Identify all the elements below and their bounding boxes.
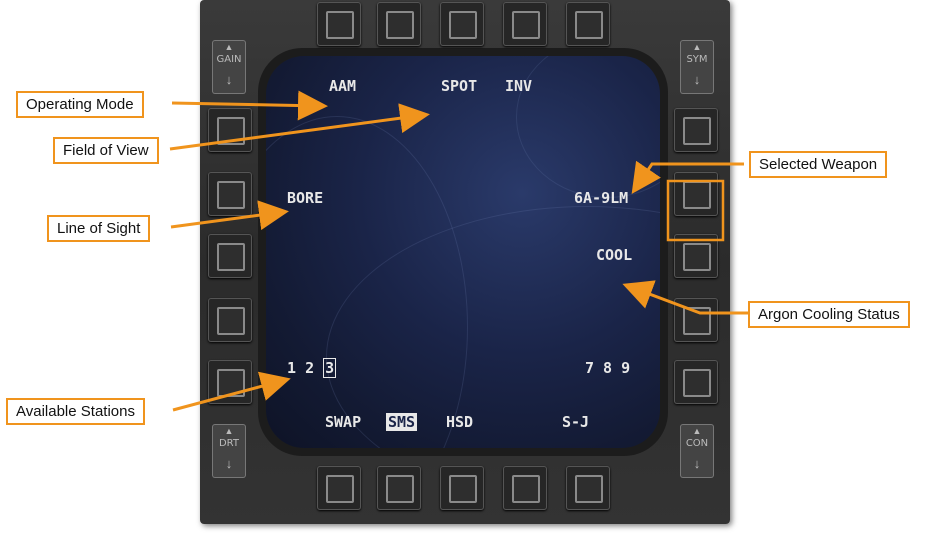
station-2: 2 — [305, 359, 315, 377]
osb-top-2[interactable] — [377, 2, 421, 46]
gain-label: GAIN — [216, 54, 242, 65]
rocker-up-arrow-icon: ▲ — [224, 426, 234, 436]
callout-field-of-view: Field of View — [53, 137, 159, 164]
rocker-up-arrow-icon: ▲ — [692, 42, 702, 52]
gain-rocker[interactable]: ▲ GAIN ↓ — [212, 40, 246, 94]
hsd-label: HSD — [446, 413, 474, 431]
rocker-down-arrow-icon: ↓ — [693, 456, 701, 471]
rocker-up-arrow-icon: ▲ — [224, 42, 234, 52]
osb-right-4[interactable] — [674, 298, 718, 342]
osb-right-1[interactable] — [674, 108, 718, 152]
osb-right-5[interactable] — [674, 360, 718, 404]
rocker-down-arrow-icon: ↓ — [225, 72, 233, 87]
rocker-down-arrow-icon: ↓ — [225, 456, 233, 471]
osb-top-3[interactable] — [440, 2, 484, 46]
rocker-down-arrow-icon: ↓ — [693, 72, 701, 87]
osb-bottom-3[interactable] — [440, 466, 484, 510]
osb-right-2[interactable] — [674, 172, 718, 216]
osb-top-5[interactable] — [566, 2, 610, 46]
osb-right-3[interactable] — [674, 234, 718, 278]
osb-left-5[interactable] — [208, 360, 252, 404]
polarity-label: INV — [505, 77, 533, 95]
callout-argon-cooling: Argon Cooling Status — [748, 301, 910, 328]
sym-rocker[interactable]: ▲ SYM ↓ — [680, 40, 714, 94]
callout-available-stations: Available Stations — [6, 398, 145, 425]
osb-bottom-2[interactable] — [377, 466, 421, 510]
osb-left-1[interactable] — [208, 108, 252, 152]
callout-selected-weapon: Selected Weapon — [749, 151, 888, 178]
stations-right: 7 8 9 — [585, 359, 631, 377]
con-label: CON — [685, 438, 709, 449]
osb-left-2[interactable] — [208, 172, 252, 216]
drt-rocker[interactable]: ▲ DRT ↓ — [212, 424, 246, 478]
osb-top-1[interactable] — [317, 2, 361, 46]
osb-bottom-5[interactable] — [566, 466, 610, 510]
stations-left: 1 2 3 — [287, 358, 337, 378]
osb-bottom-4[interactable] — [503, 466, 547, 510]
osb-bottom-1[interactable] — [317, 466, 361, 510]
drt-label: DRT — [218, 438, 240, 449]
station-1: 1 — [287, 359, 297, 377]
callout-operating-mode: Operating Mode — [16, 91, 144, 118]
callout-line-of-sight: Line of Sight — [47, 215, 151, 242]
los-label: BORE — [287, 189, 324, 207]
osb-top-4[interactable] — [503, 2, 547, 46]
station-3-selected: 3 — [323, 358, 337, 378]
osb-left-4[interactable] — [208, 298, 252, 342]
osb-left-3[interactable] — [208, 234, 252, 278]
sms-label: SMS — [386, 413, 418, 431]
sj-label: S-J — [562, 413, 590, 431]
cooling-status-label: COOL — [596, 246, 633, 264]
swap-label: SWAP — [325, 413, 362, 431]
con-rocker[interactable]: ▲ CON ↓ — [680, 424, 714, 478]
sym-label: SYM — [686, 54, 708, 65]
operating-mode-label: AAM — [329, 77, 357, 95]
rocker-up-arrow-icon: ▲ — [692, 426, 702, 436]
selected-weapon-label: 6A-9LM — [574, 189, 629, 207]
fov-label: SPOT — [441, 77, 478, 95]
